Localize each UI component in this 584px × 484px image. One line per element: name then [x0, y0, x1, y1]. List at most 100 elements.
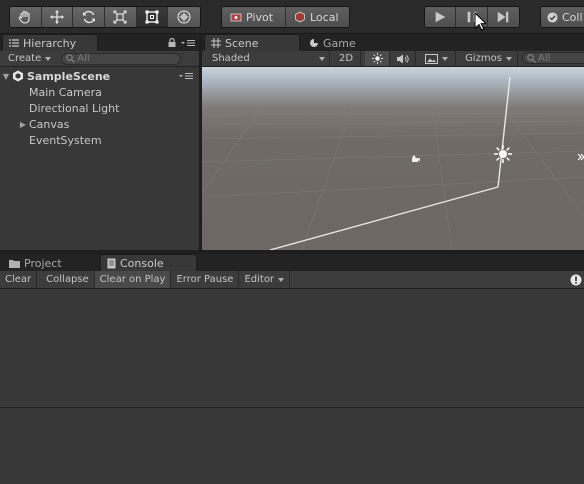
tab-hierarchy[interactable]: Hierarchy — [2, 34, 98, 51]
folder-icon — [9, 259, 20, 268]
directional-light-icon[interactable] — [493, 144, 513, 164]
create-label: Create — [8, 53, 42, 64]
rect-tool-button[interactable] — [136, 7, 169, 27]
check-circle-icon — [547, 11, 558, 23]
local-button[interactable]: Local — [286, 7, 349, 27]
collab-label: Coll — [562, 10, 583, 24]
collab-button[interactable]: Coll — [541, 7, 584, 27]
pivot-button[interactable]: Pivot — [222, 7, 286, 27]
transform-icon — [177, 10, 191, 24]
console-log-list[interactable] — [0, 289, 584, 407]
transform-tool-button[interactable] — [168, 7, 200, 27]
expand-arrow-icon[interactable]: ▼ — [0, 72, 12, 81]
effects-dropdown[interactable] — [418, 51, 456, 66]
scene-tab-label: Scene — [225, 36, 259, 50]
camera-gizmo-icon[interactable] — [411, 155, 421, 163]
hierarchy-item-label: Canvas — [29, 117, 70, 131]
mouse-cursor-icon — [474, 12, 486, 31]
error-pause-toggle[interactable]: Error Pause — [171, 271, 240, 288]
hierarchy-list: ▼ SampleScene Main Camera Directional Li… — [0, 67, 199, 148]
console-toolbar: Clear Collapse Clear on Play Error Pause… — [0, 271, 584, 289]
scene-grid — [202, 76, 584, 250]
lighting-toggle[interactable] — [365, 51, 390, 66]
pivot-icon — [230, 13, 242, 22]
hierarchy-toolbar: Create All — [0, 51, 199, 67]
lock-icon[interactable] — [168, 38, 176, 47]
scene-tabbar: Scene Game — [202, 34, 584, 51]
unity-scene-icon — [13, 70, 23, 82]
gizmos-label: Gizmos — [465, 53, 502, 64]
scene-panel: Scene Game Shaded 2D Gizmos All — [202, 34, 584, 250]
collab-group: Coll — [540, 6, 584, 28]
console-icon — [107, 258, 116, 268]
mode-2d-toggle[interactable]: 2D — [332, 51, 361, 66]
scene-viewport[interactable] — [202, 67, 584, 250]
dropdown-arrow-icon — [505, 56, 512, 61]
play-button[interactable] — [425, 7, 457, 27]
hand-tool-button[interactable] — [10, 7, 42, 27]
search-icon — [66, 54, 76, 63]
local-icon — [295, 11, 305, 23]
clear-label: Clear — [5, 274, 32, 285]
hierarchy-item-main-camera[interactable]: Main Camera — [0, 84, 199, 100]
scene-menu-icon[interactable] — [179, 72, 193, 80]
info-icon[interactable] — [570, 274, 582, 286]
console-detail-area[interactable] — [0, 407, 584, 484]
editor-dropdown[interactable]: Editor — [239, 271, 291, 288]
pivot-label: Pivot — [246, 10, 274, 24]
clear-on-play-label: Clear on Play — [99, 274, 166, 285]
scale-tool-button[interactable] — [105, 7, 137, 27]
dropdown-arrow-icon — [319, 56, 325, 61]
scene-root-row[interactable]: ▼ SampleScene — [0, 68, 199, 84]
dropdown-arrow-icon — [442, 56, 448, 61]
step-icon — [498, 11, 509, 23]
hierarchy-item-canvas[interactable]: ▶ Canvas — [0, 116, 199, 132]
mode-2d-label: 2D — [338, 53, 354, 64]
rect-transform-icon — [145, 10, 159, 24]
scene-search-input[interactable]: All — [522, 52, 584, 64]
step-button[interactable] — [487, 7, 519, 27]
collapsed-arrow-icon[interactable]: ▶ — [17, 120, 29, 129]
hierarchy-search-input[interactable]: All — [61, 52, 182, 65]
audio-toggle[interactable] — [391, 51, 416, 66]
gizmos-dropdown[interactable]: Gizmos — [460, 51, 518, 66]
tab-console[interactable]: Console — [100, 254, 197, 271]
scene-name: SampleScene — [27, 69, 111, 83]
pivot-group: Pivot Local — [221, 6, 350, 28]
scene-toolbar: Shaded 2D Gizmos All — [202, 51, 584, 67]
hierarchy-tab-label: Hierarchy — [23, 36, 77, 50]
hierarchy-item-directional-light[interactable]: Directional Light — [0, 100, 199, 116]
shading-mode-dropdown[interactable]: Shaded — [202, 51, 330, 66]
console-panel: Project Console Clear Collapse Clear on … — [0, 254, 584, 484]
rotate-tool-button[interactable] — [73, 7, 106, 27]
bottom-tabbar: Project Console — [0, 254, 584, 271]
clear-button[interactable]: Clear — [0, 271, 38, 288]
transform-tools-group — [9, 6, 201, 28]
list-icon — [9, 39, 19, 47]
rotate-icon — [82, 10, 95, 24]
panel-menu-icon[interactable] — [181, 39, 195, 47]
grid-icon — [211, 38, 221, 48]
dropdown-arrow-icon — [45, 56, 52, 61]
tab-game[interactable]: Game — [302, 34, 372, 51]
hierarchy-item-label: EventSystem — [29, 133, 102, 147]
play-icon — [435, 11, 446, 23]
error-pause-label: Error Pause — [176, 274, 234, 285]
tab-project[interactable]: Project — [2, 254, 98, 271]
hand-icon — [19, 10, 30, 24]
tab-scene[interactable]: Scene — [204, 34, 300, 51]
game-tab-label: Game — [323, 36, 356, 50]
hierarchy-item-label: Main Camera — [29, 85, 102, 99]
collapse-button[interactable]: Collapse — [41, 271, 95, 288]
speaker-icon — [397, 54, 409, 63]
move-tool-button[interactable] — [41, 7, 74, 27]
console-tab-label: Console — [120, 256, 164, 270]
collapse-label: Collapse — [46, 274, 89, 285]
create-dropdown[interactable]: Create — [4, 53, 55, 64]
hierarchy-item-event-system[interactable]: EventSystem — [0, 132, 199, 148]
clear-on-play-toggle[interactable]: Clear on Play — [94, 271, 172, 288]
image-icon — [425, 53, 438, 64]
local-label: Local — [310, 10, 339, 24]
playback-group — [424, 6, 520, 28]
hierarchy-panel: Hierarchy Create All ▼ SampleScene Main … — [0, 34, 199, 250]
